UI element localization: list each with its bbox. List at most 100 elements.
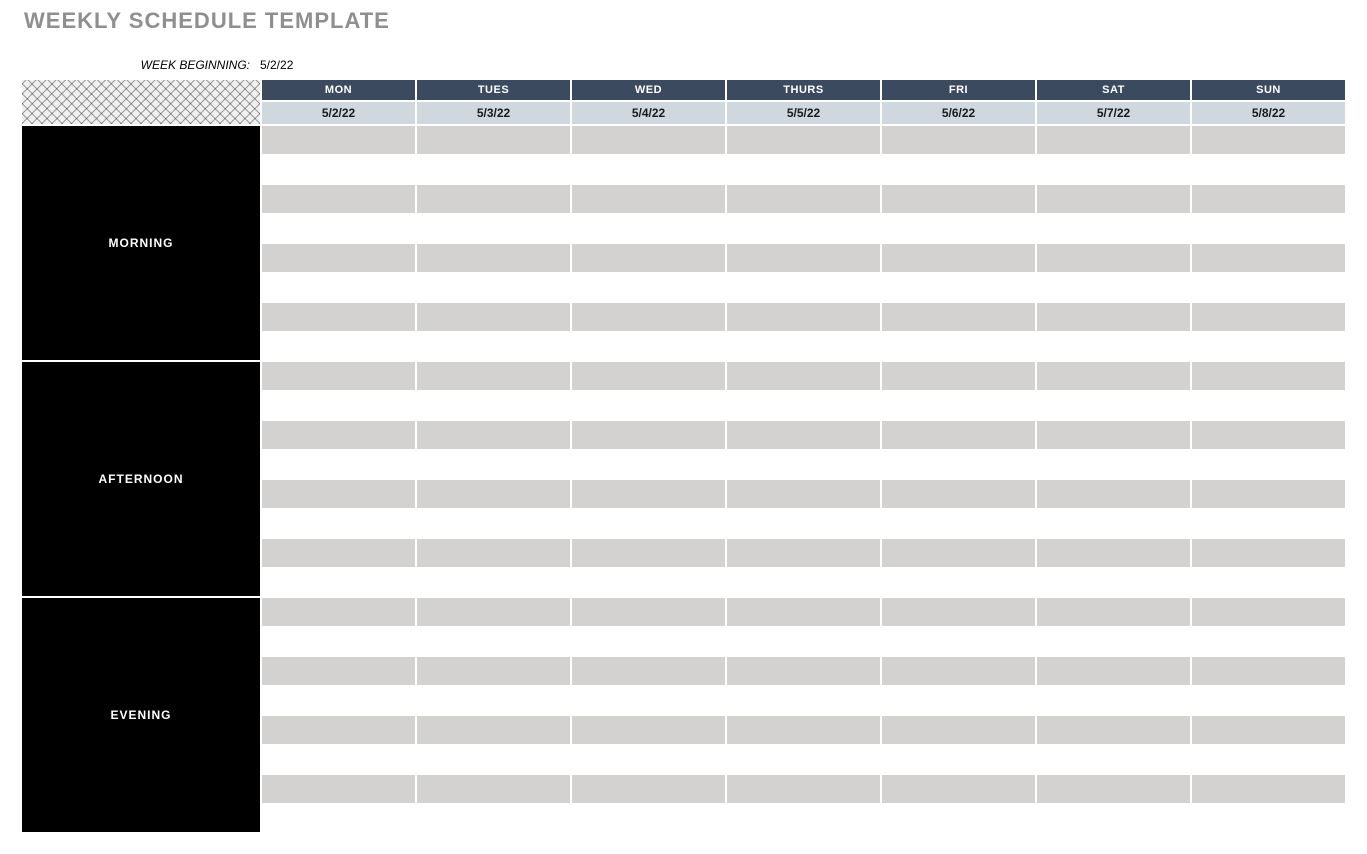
- schedule-cell[interactable]: [881, 774, 1036, 804]
- schedule-cell[interactable]: [726, 479, 881, 509]
- schedule-cell[interactable]: [416, 686, 571, 716]
- schedule-cell[interactable]: [881, 391, 1036, 421]
- schedule-cell[interactable]: [881, 420, 1036, 450]
- schedule-cell[interactable]: [571, 391, 726, 421]
- schedule-cell[interactable]: [1036, 597, 1191, 627]
- schedule-cell[interactable]: [726, 597, 881, 627]
- schedule-cell[interactable]: [1036, 273, 1191, 303]
- schedule-cell[interactable]: [1036, 774, 1191, 804]
- schedule-cell[interactable]: [261, 656, 416, 686]
- schedule-cell[interactable]: [261, 774, 416, 804]
- schedule-cell[interactable]: [261, 184, 416, 214]
- schedule-cell[interactable]: [726, 509, 881, 539]
- schedule-cell[interactable]: [881, 361, 1036, 391]
- schedule-cell[interactable]: [881, 745, 1036, 775]
- schedule-cell[interactable]: [881, 243, 1036, 273]
- schedule-cell[interactable]: [416, 715, 571, 745]
- schedule-cell[interactable]: [881, 125, 1036, 155]
- schedule-cell[interactable]: [571, 332, 726, 362]
- schedule-cell[interactable]: [261, 391, 416, 421]
- schedule-cell[interactable]: [1036, 509, 1191, 539]
- schedule-cell[interactable]: [416, 509, 571, 539]
- schedule-cell[interactable]: [261, 450, 416, 480]
- schedule-cell[interactable]: [881, 302, 1036, 332]
- schedule-cell[interactable]: [571, 155, 726, 185]
- schedule-cell[interactable]: [726, 627, 881, 657]
- schedule-cell[interactable]: [1191, 715, 1346, 745]
- schedule-cell[interactable]: [881, 715, 1036, 745]
- schedule-cell[interactable]: [416, 479, 571, 509]
- schedule-cell[interactable]: [261, 597, 416, 627]
- schedule-cell[interactable]: [261, 509, 416, 539]
- schedule-cell[interactable]: [1036, 568, 1191, 598]
- schedule-cell[interactable]: [726, 656, 881, 686]
- schedule-cell[interactable]: [1191, 774, 1346, 804]
- schedule-cell[interactable]: [726, 243, 881, 273]
- schedule-cell[interactable]: [1036, 125, 1191, 155]
- schedule-cell[interactable]: [261, 302, 416, 332]
- schedule-cell[interactable]: [1191, 332, 1346, 362]
- schedule-cell[interactable]: [416, 745, 571, 775]
- schedule-cell[interactable]: [571, 538, 726, 568]
- schedule-cell[interactable]: [416, 155, 571, 185]
- schedule-cell[interactable]: [571, 420, 726, 450]
- schedule-cell[interactable]: [881, 538, 1036, 568]
- schedule-cell[interactable]: [261, 804, 416, 834]
- schedule-cell[interactable]: [1191, 361, 1346, 391]
- schedule-cell[interactable]: [1036, 538, 1191, 568]
- schedule-cell[interactable]: [1036, 745, 1191, 775]
- schedule-cell[interactable]: [1191, 656, 1346, 686]
- schedule-cell[interactable]: [726, 745, 881, 775]
- schedule-cell[interactable]: [416, 243, 571, 273]
- schedule-cell[interactable]: [881, 627, 1036, 657]
- schedule-cell[interactable]: [726, 391, 881, 421]
- schedule-cell[interactable]: [1191, 420, 1346, 450]
- schedule-cell[interactable]: [1036, 302, 1191, 332]
- schedule-cell[interactable]: [1191, 509, 1346, 539]
- schedule-cell[interactable]: [261, 243, 416, 273]
- schedule-cell[interactable]: [416, 125, 571, 155]
- schedule-cell[interactable]: [571, 184, 726, 214]
- schedule-cell[interactable]: [881, 804, 1036, 834]
- schedule-cell[interactable]: [1036, 243, 1191, 273]
- schedule-cell[interactable]: [416, 597, 571, 627]
- schedule-cell[interactable]: [571, 656, 726, 686]
- schedule-cell[interactable]: [1036, 656, 1191, 686]
- schedule-cell[interactable]: [1191, 538, 1346, 568]
- schedule-cell[interactable]: [571, 125, 726, 155]
- schedule-cell[interactable]: [261, 273, 416, 303]
- schedule-cell[interactable]: [1191, 479, 1346, 509]
- schedule-cell[interactable]: [261, 332, 416, 362]
- schedule-cell[interactable]: [726, 332, 881, 362]
- schedule-cell[interactable]: [726, 686, 881, 716]
- schedule-cell[interactable]: [261, 155, 416, 185]
- schedule-cell[interactable]: [416, 391, 571, 421]
- schedule-cell[interactable]: [416, 273, 571, 303]
- schedule-cell[interactable]: [261, 125, 416, 155]
- schedule-cell[interactable]: [416, 804, 571, 834]
- schedule-cell[interactable]: [726, 420, 881, 450]
- schedule-cell[interactable]: [726, 774, 881, 804]
- schedule-cell[interactable]: [881, 155, 1036, 185]
- schedule-cell[interactable]: [1191, 627, 1346, 657]
- schedule-cell[interactable]: [571, 450, 726, 480]
- schedule-cell[interactable]: [416, 450, 571, 480]
- schedule-cell[interactable]: [416, 214, 571, 244]
- schedule-cell[interactable]: [571, 479, 726, 509]
- schedule-cell[interactable]: [571, 686, 726, 716]
- schedule-cell[interactable]: [571, 509, 726, 539]
- schedule-cell[interactable]: [1191, 745, 1346, 775]
- schedule-cell[interactable]: [571, 597, 726, 627]
- schedule-cell[interactable]: [261, 420, 416, 450]
- schedule-cell[interactable]: [1191, 125, 1346, 155]
- schedule-cell[interactable]: [261, 686, 416, 716]
- schedule-cell[interactable]: [881, 184, 1036, 214]
- schedule-cell[interactable]: [1036, 804, 1191, 834]
- schedule-cell[interactable]: [881, 214, 1036, 244]
- schedule-cell[interactable]: [726, 715, 881, 745]
- schedule-cell[interactable]: [881, 332, 1036, 362]
- schedule-cell[interactable]: [1191, 214, 1346, 244]
- schedule-cell[interactable]: [571, 745, 726, 775]
- schedule-cell[interactable]: [571, 804, 726, 834]
- schedule-cell[interactable]: [416, 361, 571, 391]
